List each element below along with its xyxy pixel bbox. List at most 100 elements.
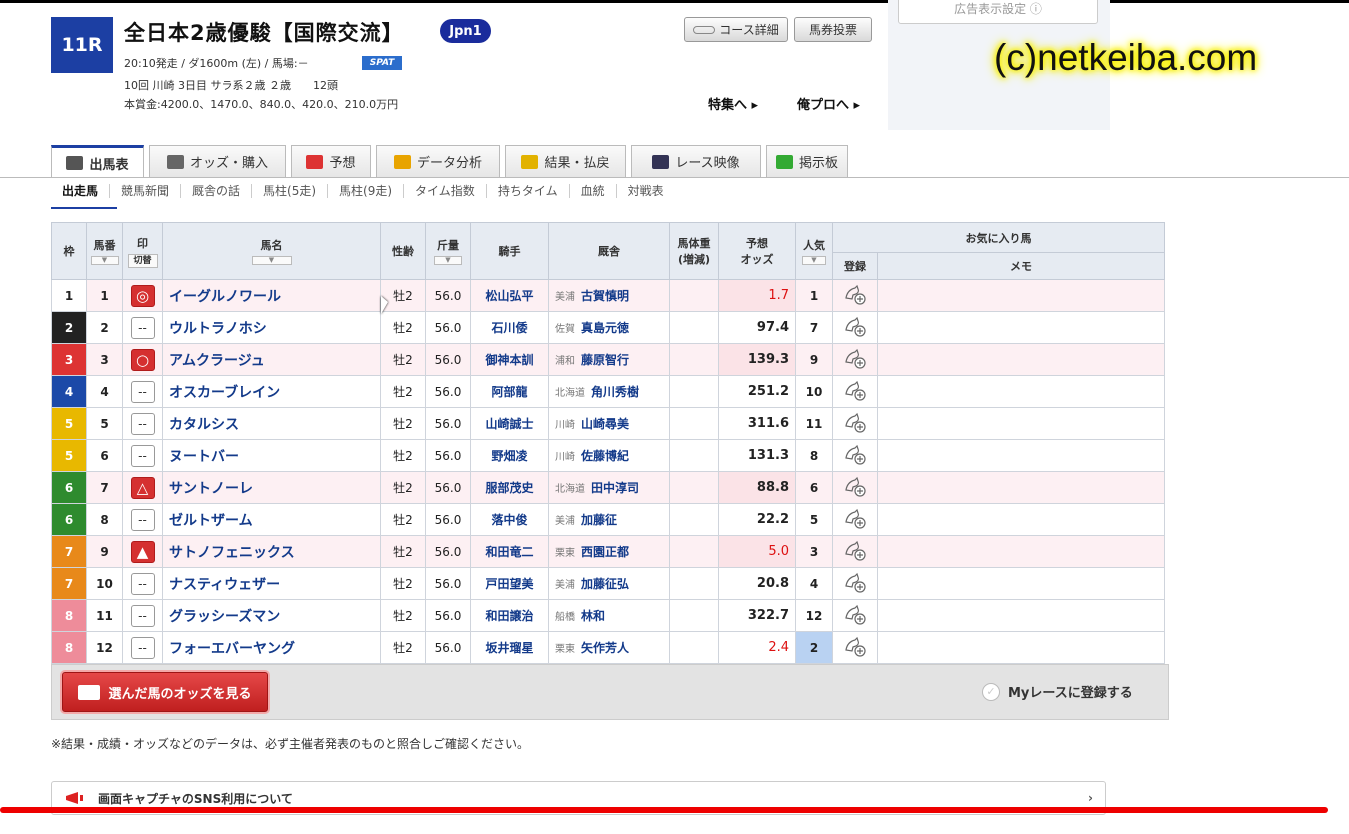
mark-selector[interactable]: △ bbox=[130, 476, 155, 499]
header-name[interactable]: 馬名 ▼ bbox=[162, 222, 381, 280]
mark-selector[interactable]: -- bbox=[130, 572, 155, 595]
tab-2[interactable]: 予想 bbox=[291, 145, 371, 177]
spat-badge[interactable]: SPAT bbox=[362, 56, 402, 70]
tab-1[interactable]: オッズ・購入 bbox=[149, 145, 286, 177]
add-favorite-horse-icon[interactable] bbox=[843, 603, 867, 625]
tab-4[interactable]: 結果・払戻 bbox=[505, 145, 626, 177]
jockey-link[interactable]: 松山弘平 bbox=[470, 279, 549, 312]
memo-cell[interactable] bbox=[877, 631, 1165, 664]
add-favorite-horse-icon[interactable] bbox=[843, 411, 867, 433]
memo-cell[interactable] bbox=[877, 503, 1165, 536]
memo-cell[interactable] bbox=[877, 279, 1165, 312]
memo-cell[interactable] bbox=[877, 567, 1165, 600]
mark-selector[interactable]: -- bbox=[130, 604, 155, 627]
trainer-link[interactable]: 山崎尋美 bbox=[581, 417, 629, 431]
subtab-0[interactable]: 出走馬 bbox=[51, 184, 111, 198]
ad-setting-button[interactable]: 広告表示設定 ⓘ bbox=[898, 0, 1098, 24]
horse-name-link[interactable]: サトノフェニックス bbox=[162, 535, 381, 568]
my-race-register-button[interactable]: ✓ Myレースに登録する bbox=[982, 682, 1133, 701]
mark-selector[interactable]: -- bbox=[130, 412, 155, 435]
mark-selector[interactable]: -- bbox=[130, 316, 155, 339]
header-weight[interactable]: 斤量 ▼ bbox=[425, 222, 471, 280]
horse-name-link[interactable]: サントノーレ bbox=[162, 471, 381, 504]
mark-selector[interactable]: -- bbox=[130, 380, 155, 403]
horse-name-link[interactable]: ゼルトザーム bbox=[162, 503, 381, 536]
subtab-6[interactable]: 持ちタイム bbox=[487, 184, 570, 198]
memo-cell[interactable] bbox=[877, 439, 1165, 472]
memo-cell[interactable] bbox=[877, 407, 1165, 440]
view-selected-odds-button[interactable]: 選んだ馬のオッズを見る bbox=[62, 672, 268, 712]
jockey-link[interactable]: 御神本訓 bbox=[470, 343, 549, 376]
mark-selector[interactable]: ◎ bbox=[130, 284, 155, 307]
mark-selector[interactable]: -- bbox=[130, 508, 155, 531]
mark-selector[interactable]: ▲ bbox=[130, 540, 155, 563]
jockey-link[interactable]: 野畑凌 bbox=[470, 439, 549, 472]
subtab-3[interactable]: 馬柱(5走) bbox=[252, 184, 329, 198]
course-detail-button[interactable]: コース詳細 bbox=[684, 17, 788, 42]
horse-name-link[interactable]: フォーエバーヤング bbox=[162, 631, 381, 664]
header-popularity[interactable]: 人気 ▼ bbox=[795, 222, 833, 280]
trainer-link[interactable]: 西園正都 bbox=[581, 545, 629, 559]
add-favorite-horse-icon[interactable] bbox=[843, 475, 867, 497]
header-umaban[interactable]: 馬番 ▼ bbox=[86, 222, 123, 280]
add-favorite-horse-icon[interactable] bbox=[843, 635, 867, 657]
memo-cell[interactable] bbox=[877, 599, 1165, 632]
trainer-link[interactable]: 佐藤博紀 bbox=[581, 449, 629, 463]
add-favorite-horse-icon[interactable] bbox=[843, 443, 867, 465]
add-favorite-horse-icon[interactable] bbox=[843, 571, 867, 593]
ticket-button[interactable]: 馬券投票 bbox=[794, 17, 872, 42]
mark-selector[interactable]: ○ bbox=[130, 348, 155, 371]
memo-cell[interactable] bbox=[877, 471, 1165, 504]
subtab-4[interactable]: 馬柱(9走) bbox=[328, 184, 405, 198]
jockey-link[interactable]: 落中俊 bbox=[470, 503, 549, 536]
horse-name-link[interactable]: オスカーブレイン bbox=[162, 375, 381, 408]
subtab-5[interactable]: タイム指数 bbox=[404, 184, 487, 198]
mark-selector[interactable]: -- bbox=[130, 444, 155, 467]
horse-name-link[interactable]: アムクラージュ bbox=[162, 343, 381, 376]
memo-cell[interactable] bbox=[877, 311, 1165, 344]
jockey-link[interactable]: 阿部龍 bbox=[470, 375, 549, 408]
jockey-link[interactable]: 石川倭 bbox=[470, 311, 549, 344]
jockey-link[interactable]: 和田譲治 bbox=[470, 599, 549, 632]
tab-5[interactable]: レース映像 bbox=[631, 145, 761, 177]
trainer-link[interactable]: 加藤征 bbox=[581, 513, 617, 527]
trainer-link[interactable]: 矢作芳人 bbox=[581, 641, 629, 655]
horse-name-link[interactable]: ヌートバー bbox=[162, 439, 381, 472]
subtab-7[interactable]: 血統 bbox=[570, 184, 617, 198]
tab-3[interactable]: データ分析 bbox=[376, 145, 500, 177]
add-favorite-horse-icon[interactable] bbox=[843, 379, 867, 401]
jockey-link[interactable]: 和田竜二 bbox=[470, 535, 549, 568]
trainer-link[interactable]: 加藤征弘 bbox=[581, 577, 629, 591]
horse-name-link[interactable]: イーグルノワール bbox=[162, 279, 381, 312]
add-favorite-horse-icon[interactable] bbox=[843, 507, 867, 529]
jockey-link[interactable]: 戸田望美 bbox=[470, 567, 549, 600]
subtab-2[interactable]: 厩舎の話 bbox=[181, 184, 253, 198]
trainer-link[interactable]: 林和 bbox=[581, 609, 605, 623]
memo-cell[interactable] bbox=[877, 375, 1165, 408]
horse-name-link[interactable]: ウルトラノホシ bbox=[162, 311, 381, 344]
mark-toggle-button[interactable]: 切替 bbox=[127, 253, 158, 268]
special-link[interactable]: 特集へ ▸ bbox=[708, 94, 758, 113]
jockey-link[interactable]: 服部茂史 bbox=[470, 471, 549, 504]
tab-6[interactable]: 掲示板 bbox=[766, 145, 848, 177]
subtab-8[interactable]: 対戦表 bbox=[617, 184, 675, 198]
subtab-1[interactable]: 競馬新聞 bbox=[110, 184, 182, 198]
add-favorite-horse-icon[interactable] bbox=[843, 539, 867, 561]
jockey-link[interactable]: 山崎誠士 bbox=[470, 407, 549, 440]
horse-name-link[interactable]: カタルシス bbox=[162, 407, 381, 440]
trainer-link[interactable]: 古賀慎明 bbox=[581, 289, 629, 303]
horse-name-link[interactable]: グラッシーズマン bbox=[162, 599, 381, 632]
memo-cell[interactable] bbox=[877, 535, 1165, 568]
horse-name-link[interactable]: ナスティウェザー bbox=[162, 567, 381, 600]
blog-link[interactable]: 俺プロへ ▸ bbox=[797, 94, 860, 113]
memo-cell[interactable] bbox=[877, 343, 1165, 376]
trainer-link[interactable]: 角川秀樹 bbox=[591, 385, 639, 399]
trainer-link[interactable]: 田中淳司 bbox=[591, 481, 639, 495]
trainer-link[interactable]: 藤原智行 bbox=[581, 353, 629, 367]
add-favorite-horse-icon[interactable] bbox=[843, 315, 867, 337]
add-favorite-horse-icon[interactable] bbox=[843, 347, 867, 369]
add-favorite-horse-icon[interactable] bbox=[843, 283, 867, 305]
jockey-link[interactable]: 坂井瑠星 bbox=[470, 631, 549, 664]
mark-selector[interactable]: -- bbox=[130, 636, 155, 659]
trainer-link[interactable]: 真島元徳 bbox=[581, 321, 629, 335]
